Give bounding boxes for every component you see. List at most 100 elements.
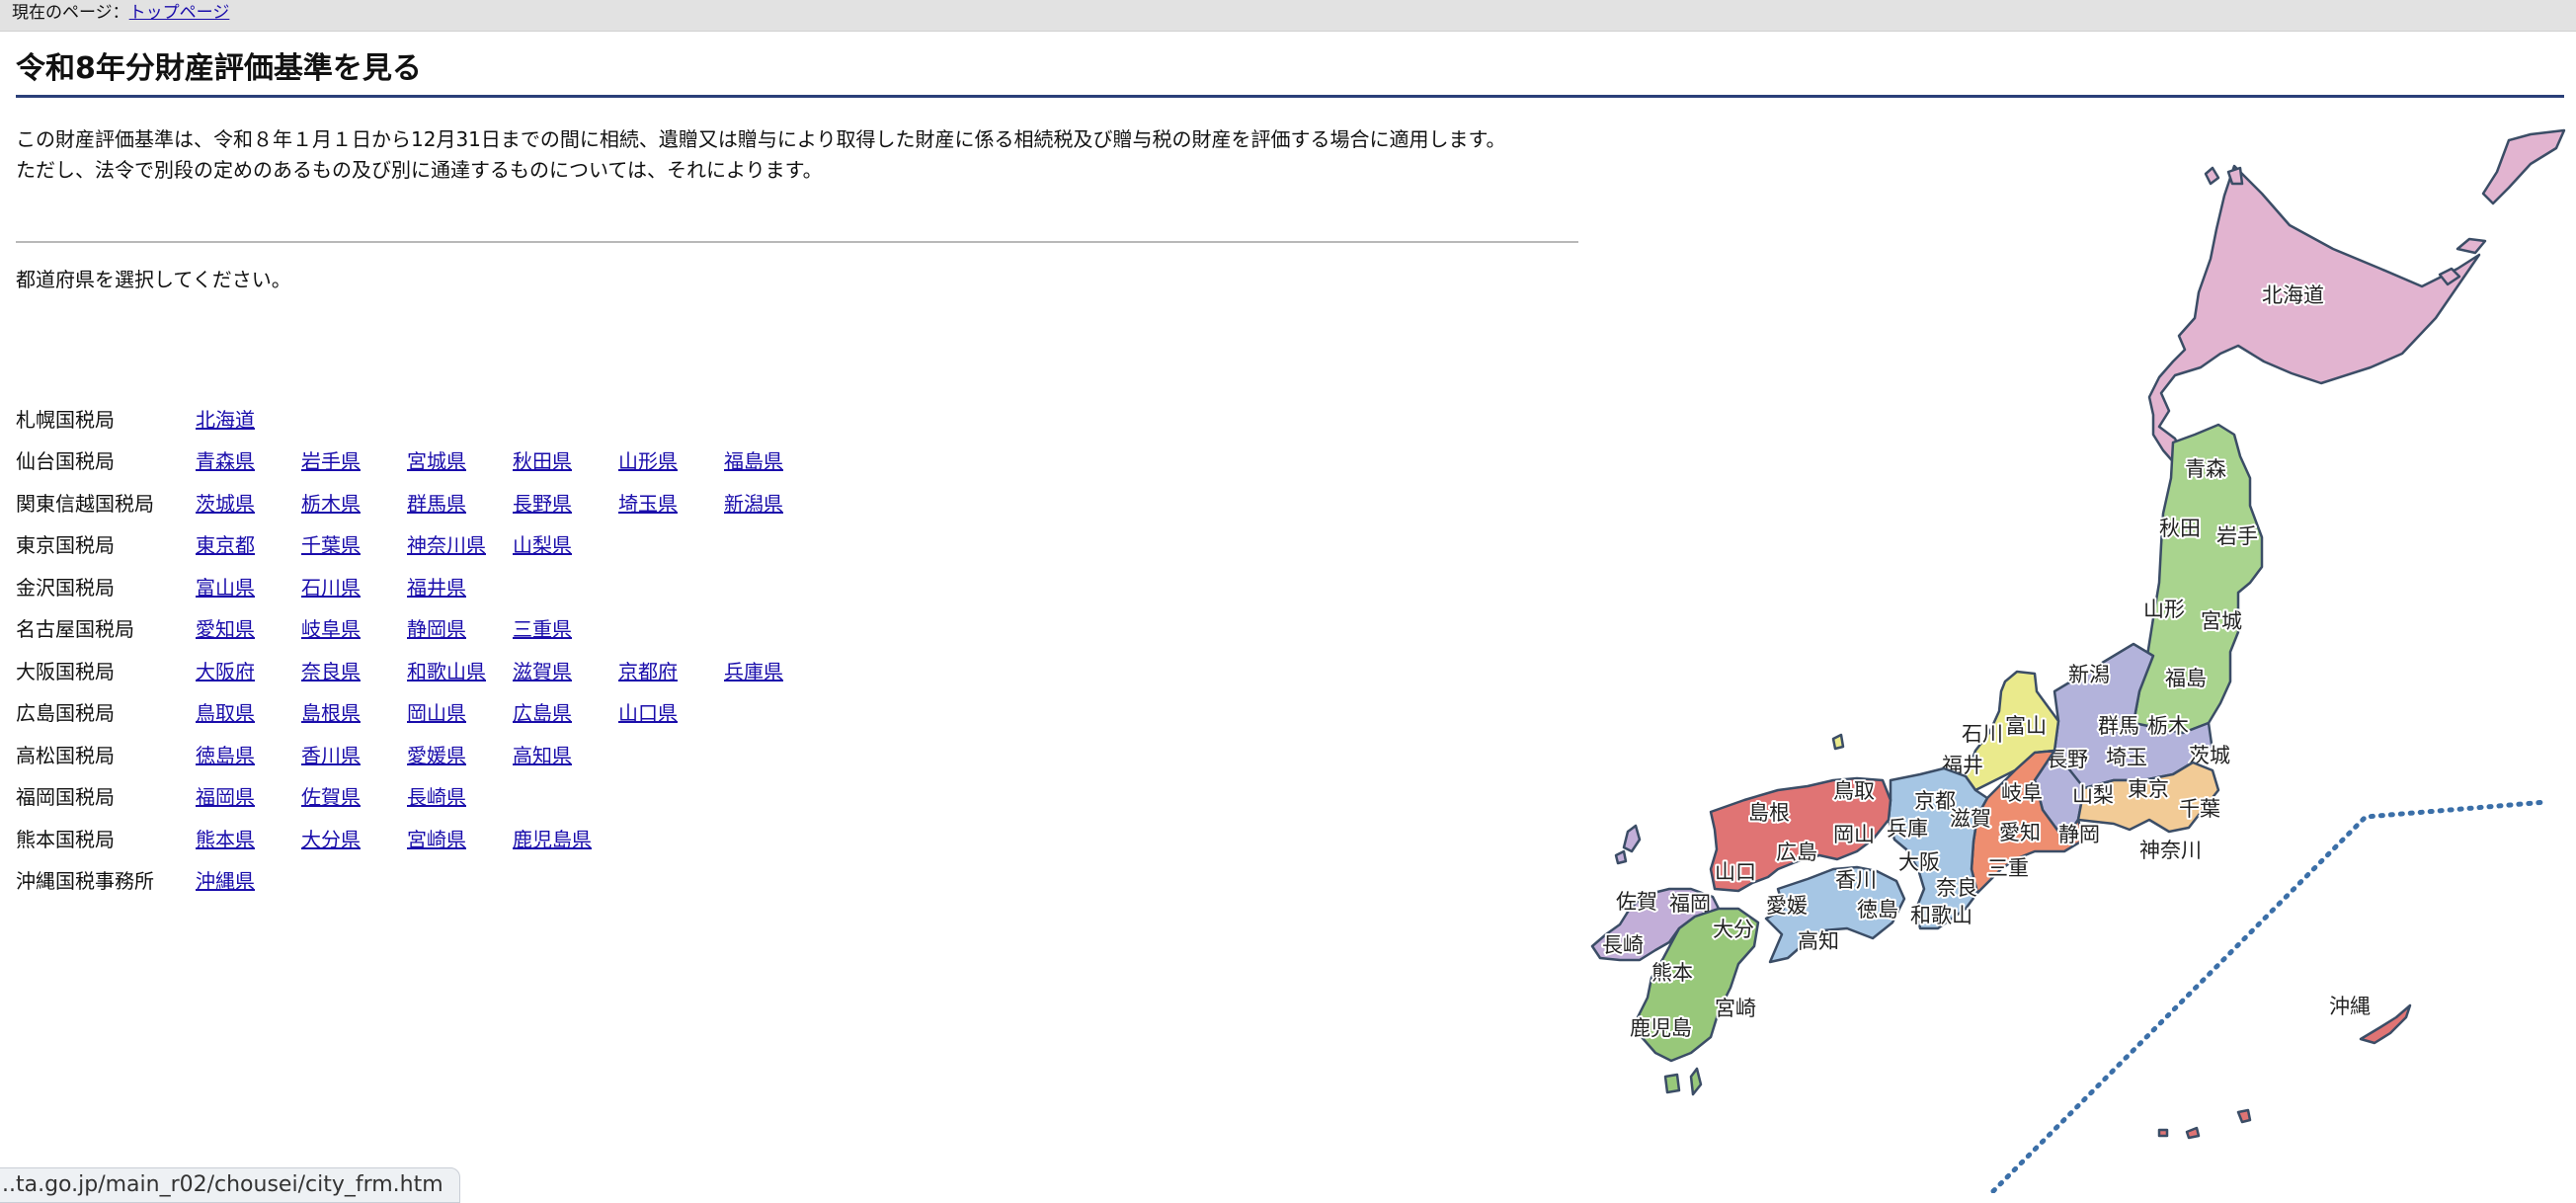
prefecture-link[interactable]: 茨城県 xyxy=(196,488,301,517)
map-label-shiga: 滋賀 xyxy=(1950,807,1991,831)
prefecture-link[interactable]: 長崎県 xyxy=(407,781,513,810)
map-label-oita: 大分 xyxy=(1713,918,1754,941)
breadcrumb-top-link[interactable]: トップページ xyxy=(129,3,230,23)
map-region-okinawa[interactable]: 沖縄 xyxy=(2157,993,2412,1140)
prefecture-link[interactable]: 福井県 xyxy=(407,572,513,601)
prefecture-link[interactable]: 岡山県 xyxy=(407,697,513,726)
prefecture-link[interactable]: 大分県 xyxy=(301,824,407,852)
map-region-tohoku[interactable]: 青森 秋田 岩手 山形 宮城 福島 xyxy=(2132,423,2264,735)
bureau-name: 仙台国税局 xyxy=(16,449,115,474)
prefecture-link[interactable]: 岐阜県 xyxy=(301,613,407,642)
prefecture-link[interactable]: 兵庫県 xyxy=(724,656,830,684)
map-label-kochi: 高知 xyxy=(1798,929,1839,953)
prefecture-link[interactable]: 長野県 xyxy=(513,488,618,517)
breadcrumb-prefix: 現在のページ： xyxy=(12,3,129,23)
bureau-name: 熊本国税局 xyxy=(16,827,115,851)
prefecture-links: 鳥取県 島根県 岡山県 広島県 山口県 xyxy=(196,697,724,726)
intro-line-1: この財産評価基準は、令和８年１月１日から12月31日までの間に相続、遺贈又は贈与… xyxy=(16,127,1506,151)
map-label-kanagawa: 神奈川 xyxy=(2139,839,2202,862)
prefecture-links: 東京都 千葉県 神奈川県 山梨県 xyxy=(196,529,618,558)
page-title: 令和8年分財産評価基準を見る xyxy=(16,47,2564,98)
prefecture-links: 愛知県 岐阜県 静岡県 三重県 xyxy=(196,613,618,642)
prefecture-links: 大阪府 奈良県 和歌山県 滋賀県 京都府 兵庫県 xyxy=(196,656,830,684)
japan-map: 北海道 青森 秋田 岩手 山形 宮城 福島 新潟 群馬 栃木 長野 埼玉 茨城 … xyxy=(1590,128,2566,1193)
prefecture-link[interactable]: 鹿児島県 xyxy=(513,824,618,852)
prefecture-link[interactable]: 石川県 xyxy=(301,572,407,601)
prefecture-link[interactable]: 香川県 xyxy=(301,740,407,768)
bureau-name: 東京国税局 xyxy=(16,533,115,558)
map-label-iwate: 岩手 xyxy=(2216,524,2258,548)
prefecture-link[interactable]: 徳島県 xyxy=(196,740,301,768)
prefecture-link[interactable]: 山梨県 xyxy=(513,529,618,558)
map-label-kagoshima: 鹿児島 xyxy=(1630,1016,1692,1040)
breadcrumb: 現在のページ：トップページ xyxy=(0,0,2576,32)
bureau-row: 大阪国税局 大阪府 奈良県 和歌山県 滋賀県 京都府 兵庫県 xyxy=(16,649,830,691)
prefecture-link[interactable]: 福島県 xyxy=(724,445,830,474)
prefecture-link[interactable]: 秋田県 xyxy=(513,445,618,474)
prefecture-link[interactable]: 宮崎県 xyxy=(407,824,513,852)
map-label-okayama: 岡山 xyxy=(1833,823,1875,846)
bureau-name: 大阪国税局 xyxy=(16,659,115,683)
prefecture-link[interactable]: 静岡県 xyxy=(407,613,513,642)
map-label-kagawa: 香川 xyxy=(1835,868,1877,892)
prefecture-links: 熊本県 大分県 宮崎県 鹿児島県 xyxy=(196,824,618,852)
map-label-gunma: 群馬 xyxy=(2098,714,2139,738)
prefecture-links: 青森県 岩手県 宮城県 秋田県 山形県 福島県 xyxy=(196,445,830,474)
prefecture-link[interactable]: 富山県 xyxy=(196,572,301,601)
prefecture-link[interactable]: 奈良県 xyxy=(301,656,407,684)
prefecture-link[interactable]: 鳥取県 xyxy=(196,697,301,726)
map-label-gifu: 岐阜 xyxy=(2001,781,2043,805)
prefecture-link[interactable]: 愛媛県 xyxy=(407,740,513,768)
prefecture-link[interactable]: 岩手県 xyxy=(301,445,407,474)
prefecture-link[interactable]: 栃木県 xyxy=(301,488,407,517)
prefecture-link[interactable]: 福岡県 xyxy=(196,781,301,810)
map-label-nara: 奈良 xyxy=(1936,876,1977,900)
prefecture-link[interactable]: 佐賀県 xyxy=(301,781,407,810)
prefecture-link[interactable]: 山口県 xyxy=(618,697,724,726)
prefecture-link[interactable]: 愛知県 xyxy=(196,613,301,642)
prefecture-link[interactable]: 埼玉県 xyxy=(618,488,724,517)
prefecture-link[interactable]: 山形県 xyxy=(618,445,724,474)
prefecture-link[interactable]: 高知県 xyxy=(513,740,618,768)
map-label-miyazaki: 宮崎 xyxy=(1715,997,1756,1020)
okinawa-inset-divider xyxy=(1990,799,2549,1193)
prefecture-links: 富山県 石川県 福井県 xyxy=(196,572,513,601)
prefecture-link[interactable]: 沖縄県 xyxy=(196,865,301,894)
map-region-takamatsu[interactable]: 香川 愛媛 徳島 高知 xyxy=(1764,865,1906,964)
prefecture-links: 沖縄県 xyxy=(196,865,301,894)
map-label-aomori: 青森 xyxy=(2185,457,2226,481)
bureau-row: 札幌国税局 北海道 xyxy=(16,397,830,440)
prefecture-link[interactable]: 北海道 xyxy=(196,404,301,433)
map-label-kumamoto: 熊本 xyxy=(1651,961,1693,985)
prefecture-links: 徳島県 香川県 愛媛県 高知県 xyxy=(196,740,618,768)
map-label-shizuoka: 静岡 xyxy=(2058,823,2100,846)
prefecture-link[interactable]: 千葉県 xyxy=(301,529,407,558)
prefecture-link[interactable]: 群馬県 xyxy=(407,488,513,517)
map-label-tottori: 鳥取 xyxy=(1833,779,1875,803)
prefecture-link[interactable]: 東京都 xyxy=(196,529,301,558)
prefecture-link[interactable]: 広島県 xyxy=(513,697,618,726)
map-label-osaka: 大阪 xyxy=(1898,850,1940,874)
bureau-row: 高松国税局 徳島県 香川県 愛媛県 高知県 xyxy=(16,733,830,775)
map-label-hyogo: 兵庫 xyxy=(1887,817,1928,841)
prefecture-link[interactable]: 青森県 xyxy=(196,445,301,474)
prefecture-link[interactable]: 熊本県 xyxy=(196,824,301,852)
prefecture-link[interactable]: 宮城県 xyxy=(407,445,513,474)
bureau-row: 沖縄国税事務所 沖縄県 xyxy=(16,859,830,902)
map-label-yamanashi: 山梨 xyxy=(2072,783,2114,807)
map-label-okinawa: 沖縄 xyxy=(2329,995,2371,1018)
bureau-name: 福岡国税局 xyxy=(16,785,115,810)
prefecture-link[interactable]: 神奈川県 xyxy=(407,529,513,558)
map-label-hokkaido: 北海道 xyxy=(2262,283,2324,307)
prefecture-links: 茨城県 栃木県 群馬県 長野県 埼玉県 新潟県 xyxy=(196,488,830,517)
prefecture-link[interactable]: 京都府 xyxy=(618,656,724,684)
prefecture-link[interactable]: 島根県 xyxy=(301,697,407,726)
status-bar-url: ...ta.go.jp/main_r02/chousei/city_frm.ht… xyxy=(0,1167,460,1203)
prefecture-links: 福岡県 佐賀県 長崎県 xyxy=(196,781,513,810)
prefecture-link[interactable]: 滋賀県 xyxy=(513,656,618,684)
bureau-row: 関東信越国税局 茨城県 栃木県 群馬県 長野県 埼玉県 新潟県 xyxy=(16,481,830,523)
prefecture-link[interactable]: 新潟県 xyxy=(724,488,830,517)
prefecture-link[interactable]: 大阪府 xyxy=(196,656,301,684)
prefecture-link[interactable]: 和歌山県 xyxy=(407,656,513,684)
prefecture-link[interactable]: 三重県 xyxy=(513,613,618,642)
